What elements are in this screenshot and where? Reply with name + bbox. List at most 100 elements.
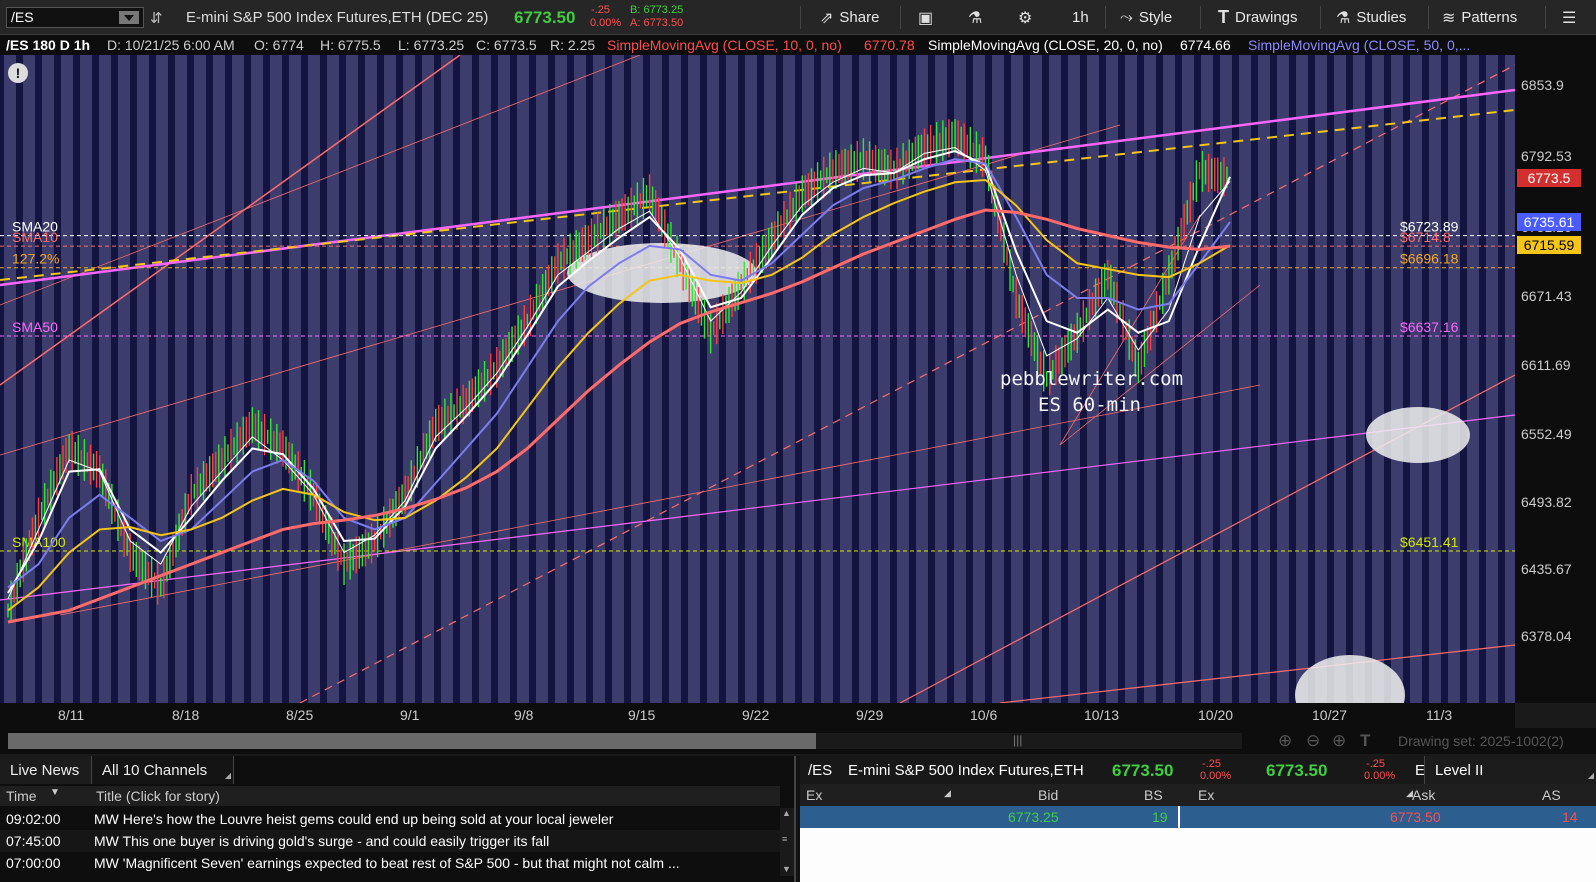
share-button[interactable]: ⇗ Share (820, 0, 879, 35)
time-axis: 8/11 8/18 8/25 9/1 9/8 9/15 9/22 9/29 10/6 10/13 1… (0, 703, 1515, 728)
time-tick: 9/29 (856, 707, 884, 723)
level2-row[interactable]: 6773.25 19 6773.50 14 (800, 806, 1596, 828)
patterns-label: Patterns (1461, 9, 1518, 26)
session-stripe (650, 55, 662, 703)
level-price-label: $6637.16 (1400, 319, 1459, 335)
session-stripe (1315, 55, 1327, 703)
session-stripe (327, 55, 339, 703)
share-icon: ⇗ (820, 9, 834, 27)
tab-live-news-label: Live News (10, 761, 80, 779)
studies-label: Studies (1356, 9, 1407, 26)
news-row[interactable]: 09:02:00 MW Here's how the Louvre heist g… (0, 808, 780, 830)
session-stripe (555, 55, 567, 703)
price-tick: 6792.53 (1521, 148, 1572, 165)
text-tool-icon[interactable]: T (1360, 731, 1370, 751)
gear-icon: ⚙ (1018, 9, 1033, 27)
sma20-value: 6774.66 (1180, 37, 1231, 53)
scroll-row: ||| ⊕ ⊖ ⊕ T Drawing set: 2025-1002(2) (0, 728, 1596, 754)
news-row[interactable]: 07:45:00 MW This one buyer is driving gol… (0, 830, 780, 852)
horizontal-scrollbar[interactable]: ||| (8, 733, 1242, 749)
menu-button[interactable]: ☰ (1562, 0, 1576, 35)
session-stripe (764, 55, 776, 703)
col-title[interactable]: Title (Click for story) (92, 786, 780, 806)
scrollbar-thumb[interactable] (816, 733, 1242, 749)
col-bs[interactable]: BS (1144, 787, 1163, 803)
session-stripe (1486, 55, 1498, 703)
level2-header: /ES E-mini S&P 500 Index Futures,ETH 677… (800, 756, 1596, 784)
session-stripe (137, 55, 149, 703)
grip-icon: ≡ (782, 834, 788, 844)
grid-icon: ▣ (918, 9, 934, 27)
session-stripe (61, 55, 73, 703)
scroll-up-icon[interactable]: ▲ (782, 808, 791, 818)
news-title[interactable]: MW Here's how the Louvre heist gems coul… (94, 811, 754, 827)
col-as[interactable]: AS (1542, 787, 1561, 803)
tab-all-channels[interactable]: All 10 Channels ◢ (92, 756, 234, 784)
news-time: 07:45:00 (6, 833, 61, 849)
tab-live-news[interactable]: Live News (0, 756, 92, 784)
session-stripe (1353, 55, 1365, 703)
sort-icon: ◢ (944, 788, 951, 798)
news-scrollbar[interactable]: ▲ ≡ ▼ (780, 808, 794, 876)
chevron-down-icon[interactable] (119, 11, 139, 24)
zoom-out-icon[interactable]: ⊖ (1306, 731, 1320, 751)
news-title[interactable]: MW This one buyer is driving gold's surg… (94, 833, 754, 849)
flask-button[interactable]: ⚗ (968, 0, 982, 35)
col-bid[interactable]: Bid (1038, 787, 1058, 803)
bar-close: C: 6773.5 (476, 37, 537, 53)
col-ex2[interactable]: Ex (1198, 787, 1214, 803)
news-row[interactable]: 07:00:00 MW 'Magnificent Seven' earnings … (0, 852, 780, 874)
bar-range: R: 2.25 (550, 37, 596, 53)
level2-symbol[interactable]: /ES (808, 762, 832, 779)
level-label: SMA10 (12, 229, 58, 245)
time-tick: 11/3 (1426, 707, 1453, 723)
col-ex[interactable]: Ex (806, 787, 822, 803)
news-title[interactable]: MW 'Magnificent Seven' earnings expected… (94, 855, 754, 871)
level-label: SMA50 (12, 319, 58, 335)
drawings-button[interactable]: T Drawings (1218, 0, 1298, 35)
col-time[interactable]: Time ▼ (0, 786, 92, 806)
session-stripe (308, 55, 320, 703)
session-stripe (1372, 55, 1384, 703)
menu-icon: ☰ (1562, 9, 1577, 27)
price-chart[interactable]: SMA20 $6723.89 SMA10 $6714.8 127.2% $6696.18 S… (0, 55, 1515, 703)
chart-svg: SMA20 $6723.89SMA10 $6714.8127.2% $6696.18S… (0, 55, 1515, 703)
level-price-label: $6696.18 (1400, 251, 1459, 267)
top-toolbar: /ES ⇵ E-mini S&P 500 Index Futures,ETH (… (0, 0, 1596, 35)
settings-button[interactable]: ⚙ (1018, 0, 1032, 35)
grid-button[interactable]: ▣ (918, 0, 933, 35)
session-stripe (232, 55, 244, 703)
patterns-button[interactable]: ≋ Patterns (1442, 0, 1517, 35)
alert-icon[interactable]: ! (8, 63, 28, 83)
level-price-label: $6451.41 (1400, 534, 1459, 550)
session-stripe (1182, 55, 1194, 703)
crosshair-icon[interactable]: ⊕ (1332, 731, 1346, 751)
price-tick: 6671.43 (1521, 288, 1572, 305)
scroll-down-icon[interactable]: ▼ (782, 864, 791, 874)
col-ask[interactable]: Ask (1412, 787, 1435, 803)
drawing-set-label[interactable]: Drawing set: 2025-1002(2) (1398, 733, 1564, 749)
level-price-label: $6714.8 (1400, 229, 1451, 245)
symbol-selector[interactable]: /ES (6, 7, 144, 28)
tab-level2[interactable]: Level II ◢ (1424, 756, 1596, 784)
chart-annotation: ES 60-min (1038, 394, 1141, 416)
col-time-label: Time (6, 788, 37, 804)
level2-change-pct: 0.00% (1364, 770, 1396, 782)
studies-button[interactable]: ⚗ Studies (1336, 0, 1406, 35)
tab-level2-label: Level II (1435, 762, 1484, 779)
bar-open: O: 6774 (254, 37, 304, 53)
session-stripe (688, 55, 700, 703)
zoom-icon[interactable]: ⊕ (1278, 731, 1292, 751)
link-icon[interactable]: ⇵ (150, 9, 163, 27)
pattern-icon: ≋ (1442, 9, 1456, 27)
price-badge: 6715.59 (1517, 236, 1581, 255)
session-stripe (213, 55, 225, 703)
interval-button[interactable]: 1h (1072, 0, 1089, 35)
session-stripe (1296, 55, 1308, 703)
target-ellipse (1295, 655, 1405, 703)
level2-description: E-mini S&P 500 Index Futures,ETH (848, 762, 1084, 779)
session-stripe (707, 55, 719, 703)
bid-size: 19 (1152, 809, 1168, 825)
style-button[interactable]: ⤳ Style (1120, 0, 1172, 35)
time-tick: 9/8 (514, 707, 534, 723)
